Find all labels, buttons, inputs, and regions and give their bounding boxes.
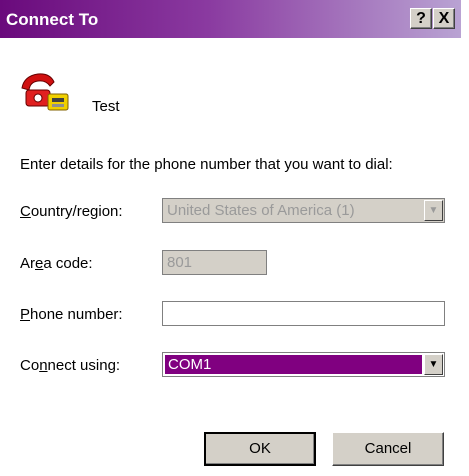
dialog-body: Test Enter details for the phone number … bbox=[0, 38, 461, 476]
connect-to-dialog: Connect To ? X Test Enter details for th… bbox=[0, 0, 461, 476]
window-title: Connect To bbox=[6, 10, 99, 29]
connect-using-value: COM1 bbox=[165, 355, 422, 374]
phone-number-label: Phone number: bbox=[20, 306, 123, 323]
connect-using-select[interactable]: COM1 ▼ bbox=[162, 352, 445, 377]
connection-name: Test bbox=[92, 98, 120, 115]
help-button[interactable]: ? bbox=[410, 8, 432, 29]
title-bar[interactable]: Connect To ? X bbox=[0, 0, 461, 38]
cancel-button[interactable]: Cancel bbox=[332, 432, 444, 466]
country-region-select[interactable]: United States of America (1) ▼ bbox=[162, 198, 445, 223]
area-code-label: Area code: bbox=[20, 255, 93, 272]
chevron-down-icon[interactable]: ▼ bbox=[424, 200, 443, 221]
country-region-value: United States of America (1) bbox=[167, 202, 355, 219]
area-code-field[interactable]: 801 bbox=[162, 250, 267, 275]
instruction-text: Enter details for the phone number that … bbox=[20, 156, 393, 173]
ok-button[interactable]: OK bbox=[204, 432, 316, 466]
country-region-label: Country/region: bbox=[20, 203, 123, 220]
connect-using-label: Connect using: bbox=[20, 357, 121, 374]
chevron-down-icon[interactable]: ▼ bbox=[424, 354, 443, 375]
phone-connection-icon bbox=[21, 73, 69, 111]
close-button[interactable]: X bbox=[433, 8, 455, 29]
phone-number-field[interactable] bbox=[162, 301, 445, 326]
